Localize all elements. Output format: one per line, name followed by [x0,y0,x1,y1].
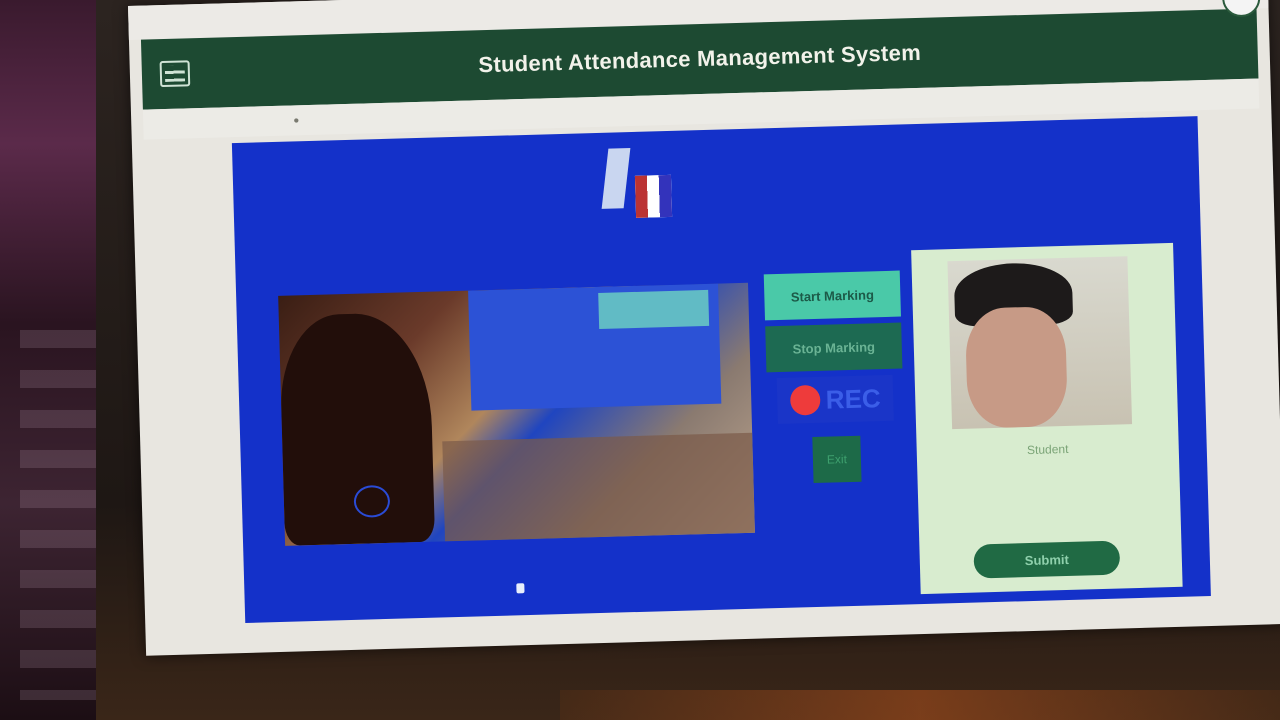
stop-marking-button[interactable]: Stop Marking [765,322,903,373]
rec-indicator: REC [776,374,894,425]
logo-flag [601,148,631,209]
start-marking-button[interactable]: Start Marking [763,270,901,321]
student-name: Student [1026,441,1069,458]
rec-dot-icon [789,384,821,416]
profile-card: Student Submit [911,242,1183,595]
capture-controls: Start Marking Stop Marking REC Exit [763,270,908,485]
app-title: Student Attendance Management System [478,39,922,78]
submit-button[interactable]: Submit [973,540,1121,579]
rec-label: REC [825,382,882,415]
menu-icon[interactable] [159,60,191,88]
nav-bullet-icon: ● [293,114,300,126]
mouse-cursor [516,583,525,594]
camera-feed [278,282,755,546]
profile-icon[interactable] [1221,0,1261,18]
logo-emblem [634,174,673,218]
monitor-screen: Student Attendance Management System ● S… [128,0,1280,656]
attendance-panel: Start Marking Stop Marking REC Exit Stud… [231,116,1211,623]
student-photo [947,256,1133,430]
institution-logo [601,147,676,223]
desk-glow [560,690,1280,720]
exit-button[interactable]: Exit [812,435,862,484]
